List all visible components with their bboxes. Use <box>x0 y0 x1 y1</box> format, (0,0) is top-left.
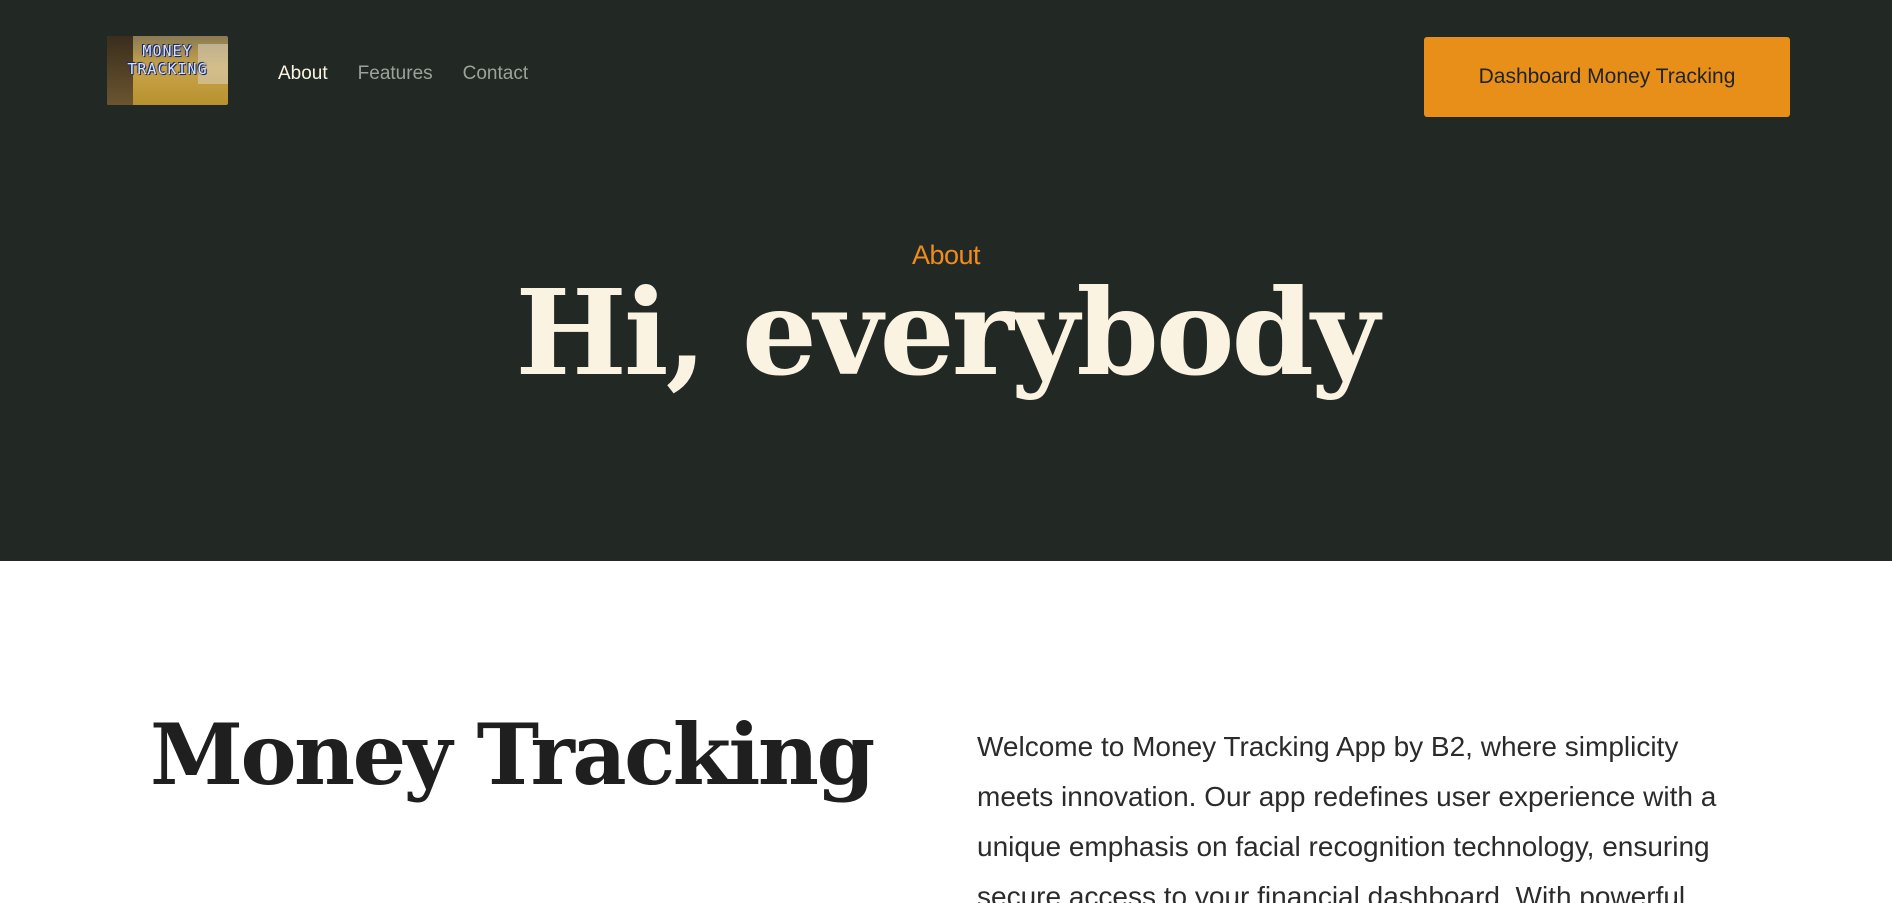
hero-section: MONEY TRACKING About Features Contact Da… <box>0 0 1892 561</box>
nav-link-features[interactable]: Features <box>358 63 433 85</box>
section-title: Money Tracking <box>150 705 875 804</box>
nav-link-about[interactable]: About <box>278 63 328 85</box>
about-section: Money Tracking Welcome to Money Tracking… <box>0 561 1892 903</box>
main-nav: About Features Contact <box>278 63 528 85</box>
hero-title: Hi, everybody <box>515 263 1379 402</box>
dashboard-button[interactable]: Dashboard Money Tracking <box>1424 37 1790 117</box>
logo-line-2: TRACKING <box>127 60 208 78</box>
logo-text: MONEY TRACKING <box>107 42 228 78</box>
logo-line-1: MONEY <box>142 42 193 60</box>
nav-link-contact[interactable]: Contact <box>463 63 528 85</box>
logo-icon[interactable]: MONEY TRACKING <box>107 36 228 105</box>
intro-paragraph: Welcome to Money Tracking App by B2, whe… <box>977 731 1717 903</box>
